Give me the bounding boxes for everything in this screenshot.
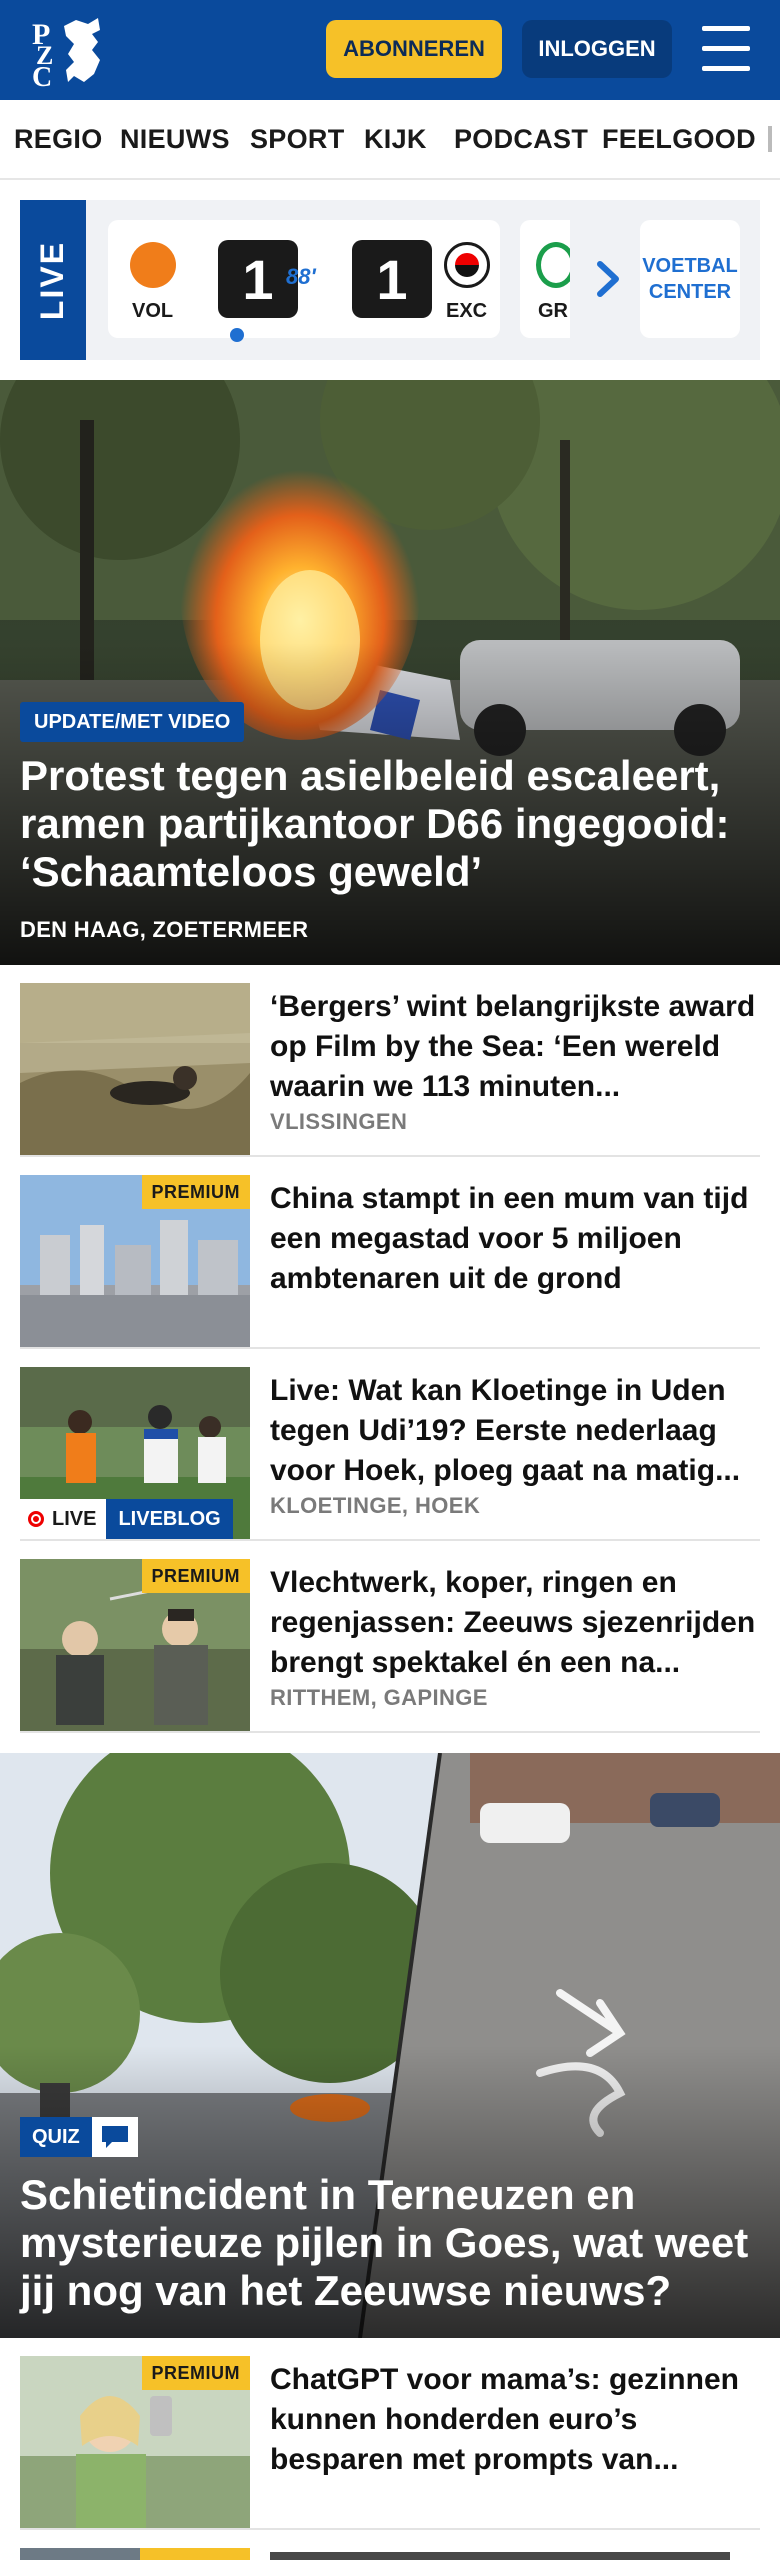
premium-badge: PREMIUM <box>141 1175 250 1209</box>
away-team-abbr: EXC <box>446 300 488 322</box>
live-tab-label: LIVE <box>34 240 71 320</box>
voetbal-center-line1: VOETBAL <box>642 255 738 277</box>
live-tab[interactable]: LIVE <box>20 200 86 360</box>
nav-item-feelgood[interactable]: FEELGOOD <box>602 124 756 155</box>
nav-item-podcast[interactable]: PODCAST <box>454 124 588 155</box>
premium-badge: PREMIUM <box>141 2356 250 2390</box>
live-label: LIVE LIVEBLOG <box>20 1499 233 1539</box>
article-item[interactable]: PREMIUM ChatGPT voor mama’s: gezinnen ku… <box>20 2338 760 2530</box>
svg-text:C: C <box>32 62 52 88</box>
article-item[interactable]: PREMIUM Vlechtwerk, koper, ringen en reg… <box>20 1541 760 1733</box>
voetbal-center-link[interactable]: VOETBAL CENTER <box>640 220 740 338</box>
article-thumbnail: LIVE LIVEBLOG <box>20 1367 250 1539</box>
nav-item-kijk[interactable]: KIJK <box>364 124 427 155</box>
article-title[interactable]: Live: Wat kan Kloetinge in Uden tegen Ud… <box>270 1371 760 1491</box>
live-label-live: LIVE <box>20 1499 107 1539</box>
article-thumbnail: PREMIUM <box>20 1175 250 1347</box>
chat-bubble-icon <box>91 2117 138 2157</box>
article-title[interactable]: ChatGPT voor mama’s: gezinnen kunnen hon… <box>270 2360 760 2480</box>
article-thumbnail: PREMIUM <box>20 1559 250 1731</box>
login-button[interactable]: INLOGGEN <box>522 20 672 78</box>
home-team-logo-icon <box>130 242 176 288</box>
article-location: RITTHEM, GAPINGE <box>270 1685 488 1710</box>
article-title[interactable]: China stampt in een mum van tijd een meg… <box>270 1179 760 1299</box>
chevron-right-icon[interactable] <box>590 258 626 300</box>
live-scores-bar: LIVE VOL 1 88' 1 EXC GR VOETBAL CENTER <box>20 200 760 360</box>
quiz-badge-label: QUIZ <box>20 2117 92 2157</box>
next-match-card[interactable]: GR <box>520 220 570 338</box>
live-record-icon <box>28 1511 44 1527</box>
next-article-title-partial <box>270 2552 730 2560</box>
liveblog-badge: LIVEBLOG <box>106 1499 233 1539</box>
subscribe-button[interactable]: ABONNEREN <box>326 20 502 78</box>
hamburger-menu-icon[interactable] <box>700 24 752 74</box>
article-thumbnail: PREMIUM <box>20 2356 250 2528</box>
article-item[interactable]: LIVE LIVEBLOG Live: Wat kan Kloetinge in… <box>20 1349 760 1541</box>
home-team-abbr: VOL <box>132 300 174 322</box>
pzc-logo[interactable]: P Z C <box>28 12 112 93</box>
voetbal-center-line2: CENTER <box>648 281 732 303</box>
hero-location: DEN HAAG, ZOETERMEER <box>20 917 309 942</box>
top-header: P Z C ABONNEREN INLOGGEN <box>0 0 780 100</box>
nav-item-nieuws[interactable]: NIEUWS <box>120 124 230 155</box>
live-indicator-dot <box>230 328 244 342</box>
quiz-badge: QUIZ <box>20 2117 138 2157</box>
next-team-abbr: GR <box>538 300 568 322</box>
article-thumbnail <box>20 983 250 1155</box>
nav-item-sport[interactable]: SPORT <box>250 124 345 155</box>
quiz-title[interactable]: Schietincident in Terneuzen en mysterieu… <box>20 2171 760 2315</box>
quiz-article[interactable]: QUIZ Schietincident in Terneuzen en myst… <box>0 1753 780 2338</box>
article-item[interactable]: ‘Bergers’ wint belangrijkste award op Fi… <box>20 965 760 1157</box>
hero-title[interactable]: Protest tegen asielbeleid escaleert, ram… <box>20 752 760 896</box>
article-title[interactable]: Vlechtwerk, koper, ringen en regenjassen… <box>270 1563 760 1683</box>
away-team-logo-icon <box>444 242 490 288</box>
match-card[interactable]: VOL 1 88' 1 EXC <box>108 220 500 342</box>
live-label-text: LIVE <box>52 1507 97 1530</box>
match-minute: 88' <box>286 264 316 289</box>
away-score: 1 <box>352 240 432 318</box>
next-article-thumbnail-partial <box>20 2548 250 2560</box>
section-nav: REGIO NIEUWS SPORT KIJK PODCAST FEELGOOD <box>0 100 780 180</box>
nav-overflow-indicator <box>768 126 772 152</box>
premium-badge: PREMIUM <box>141 1559 250 1593</box>
hero-badge: UPDATE/MET VIDEO <box>20 702 245 742</box>
nav-item-regio[interactable]: REGIO <box>14 124 103 155</box>
next-team-logo-icon <box>536 242 570 288</box>
hero-article[interactable]: UPDATE/MET VIDEO Protest tegen asielbele… <box>0 380 780 965</box>
article-location: VLISSINGEN <box>270 1109 408 1134</box>
article-title[interactable]: ‘Bergers’ wint belangrijkste award op Fi… <box>270 987 760 1107</box>
article-location: KLOETINGE, HOEK <box>270 1493 481 1518</box>
article-item[interactable]: PREMIUM China stampt in een mum van tijd… <box>20 1157 760 1349</box>
